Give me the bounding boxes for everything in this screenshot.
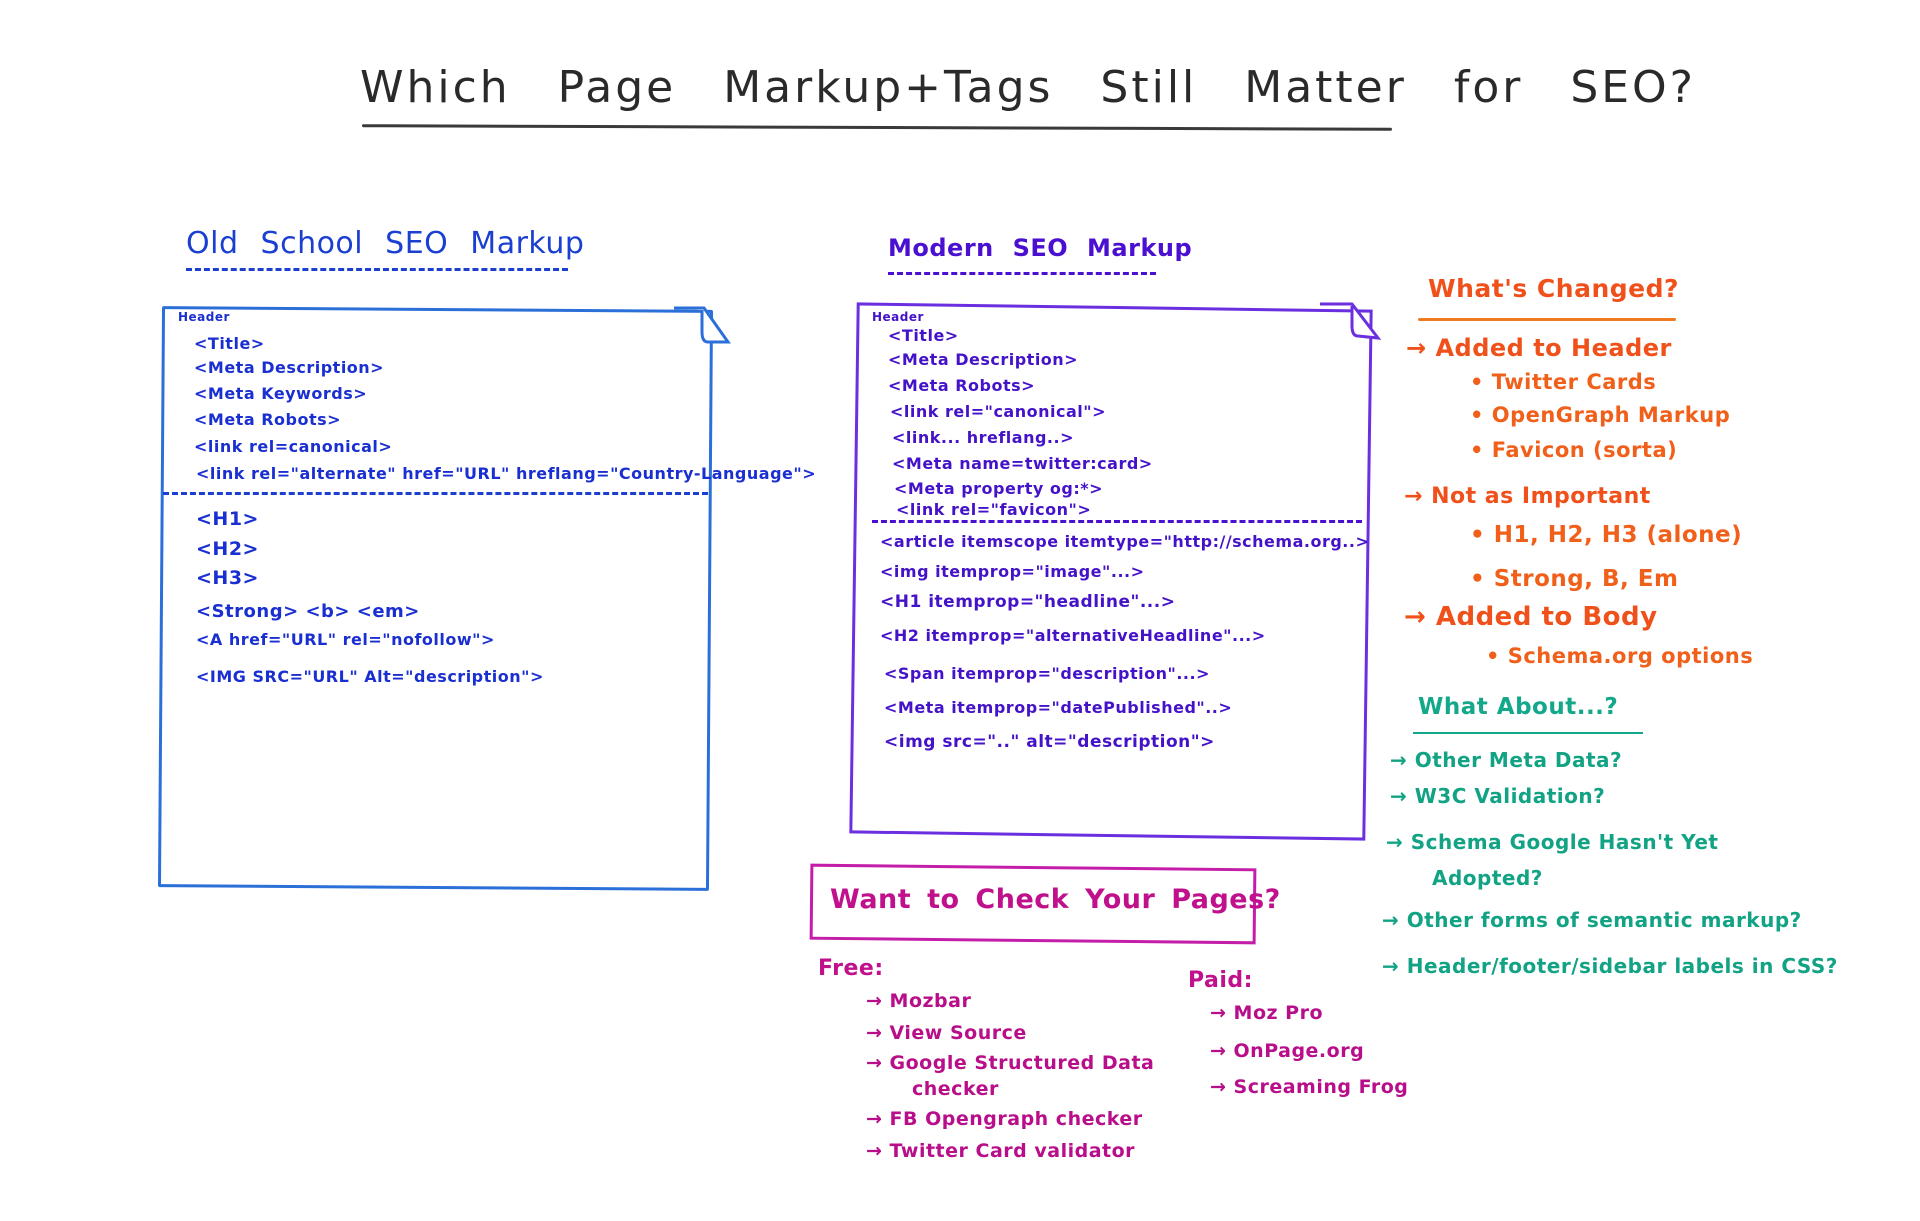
free-label: Free: (818, 956, 884, 981)
changed-item: • Twitter Cards (1470, 370, 1657, 394)
modern-body-tag: <H1 itemprop="headline"...> (880, 592, 1176, 612)
whats-changed-underline (1418, 318, 1676, 321)
modern-header-label: Header (872, 310, 924, 324)
modern-header-tag: <Meta Description> (888, 350, 1079, 369)
old-school-heading-underline (186, 268, 568, 271)
old-header-tag: <link rel="alternate" href="URL" hreflan… (196, 464, 817, 483)
whats-changed-heading: What's Changed? (1428, 274, 1679, 303)
old-header-tag: <Meta Description> (194, 358, 385, 377)
free-tool-item: → FB Opengraph checker (866, 1108, 1143, 1130)
modern-header-tag: <Meta Robots> (888, 376, 1036, 395)
modern-header-tag: <link rel="favicon"> (896, 500, 1092, 519)
paid-tool-item: → Moz Pro (1210, 1002, 1324, 1024)
old-body-tag: <H2> (196, 538, 259, 560)
changed-group-label: → Added to Body (1404, 602, 1658, 632)
page-fold-icon (674, 306, 731, 344)
what-about-item: → Other forms of semantic markup? (1382, 908, 1802, 932)
changed-group-label: → Added to Header (1406, 334, 1672, 362)
what-about-item: → Header/footer/sidebar labels in CSS? (1382, 954, 1838, 978)
modern-body-tag: <Meta itemprop="datePublished"..> (884, 698, 1233, 717)
what-about-item: → Other Meta Data? (1390, 748, 1623, 772)
old-body-tag: <H1> (196, 508, 259, 530)
modern-body-tag: <article itemscope itemtype="http://sche… (880, 532, 1370, 551)
what-about-item: → W3C Validation? (1390, 784, 1606, 808)
modern-header-tag: <Title> (888, 326, 959, 345)
modern-header-tag: <link rel="canonical"> (890, 402, 1106, 421)
changed-item: • OpenGraph Markup (1470, 403, 1731, 427)
modern-body-tag: <Span itemprop="description"...> (884, 664, 1210, 683)
modern-header-tag: <link... hreflang..> (892, 428, 1074, 447)
what-about-heading: What About...? (1418, 694, 1619, 720)
free-tool-item: → View Source (866, 1022, 1027, 1044)
paid-tool-item: → Screaming Frog (1210, 1076, 1409, 1098)
old-header-tag: <link rel=canonical> (194, 437, 393, 456)
modern-header-body-divider (872, 520, 1362, 523)
changed-item: • Strong, B, Em (1470, 566, 1679, 592)
changed-item: • Schema.org options (1486, 644, 1754, 668)
old-school-heading: Old School SEO Markup (186, 226, 585, 261)
modern-heading: Modern SEO Markup (888, 234, 1193, 262)
modern-header-tag: <Meta name=twitter:card> (892, 454, 1153, 473)
paid-label: Paid: (1188, 968, 1253, 993)
old-header-tag: <Meta Robots> (194, 410, 342, 429)
free-tool-item: → Google Structured Data (866, 1052, 1155, 1074)
old-body-tag: <H3> (196, 567, 259, 589)
what-about-item: → Schema Google Hasn't Yet (1386, 830, 1719, 854)
board-title: Which Page Markup+Tags Still Matter for … (360, 62, 1697, 113)
old-body-tag: <Strong> <b> <em> (196, 601, 420, 622)
modern-body-tag: <H2 itemprop="alternativeHeadline"...> (880, 626, 1266, 645)
what-about-item: Adopted? (1432, 866, 1543, 890)
old-body-tag: <IMG SRC="URL" Alt="description"> (196, 667, 544, 686)
paid-tool-item: → OnPage.org (1210, 1040, 1365, 1062)
what-about-underline (1413, 732, 1643, 734)
modern-header-tag: <Meta property og:*> (894, 479, 1103, 498)
free-tool-item: → Twitter Card validator (866, 1140, 1136, 1162)
changed-item: • Favicon (sorta) (1470, 438, 1678, 462)
old-header-tag: <Meta Keywords> (194, 384, 368, 403)
check-pages-heading: Want to Check Your Pages? (830, 884, 1281, 915)
old-body-tag: <A href="URL" rel="nofollow"> (196, 630, 495, 649)
free-tool-item: checker (912, 1078, 999, 1100)
old-header-label: Header (178, 310, 230, 324)
modern-body-tag: <img src=".." alt="description"> (884, 732, 1215, 752)
modern-heading-underline (888, 272, 1156, 275)
page-fold-icon (1320, 302, 1382, 340)
free-tool-item: → Mozbar (866, 990, 972, 1012)
old-header-body-divider (163, 492, 708, 495)
title-underline (361, 124, 1393, 131)
changed-item: • H1, H2, H3 (alone) (1470, 522, 1743, 548)
modern-body-tag: <img itemprop="image"...> (880, 562, 1145, 581)
old-header-tag: <Title> (194, 334, 265, 353)
changed-group-label: → Not as Important (1404, 484, 1651, 509)
